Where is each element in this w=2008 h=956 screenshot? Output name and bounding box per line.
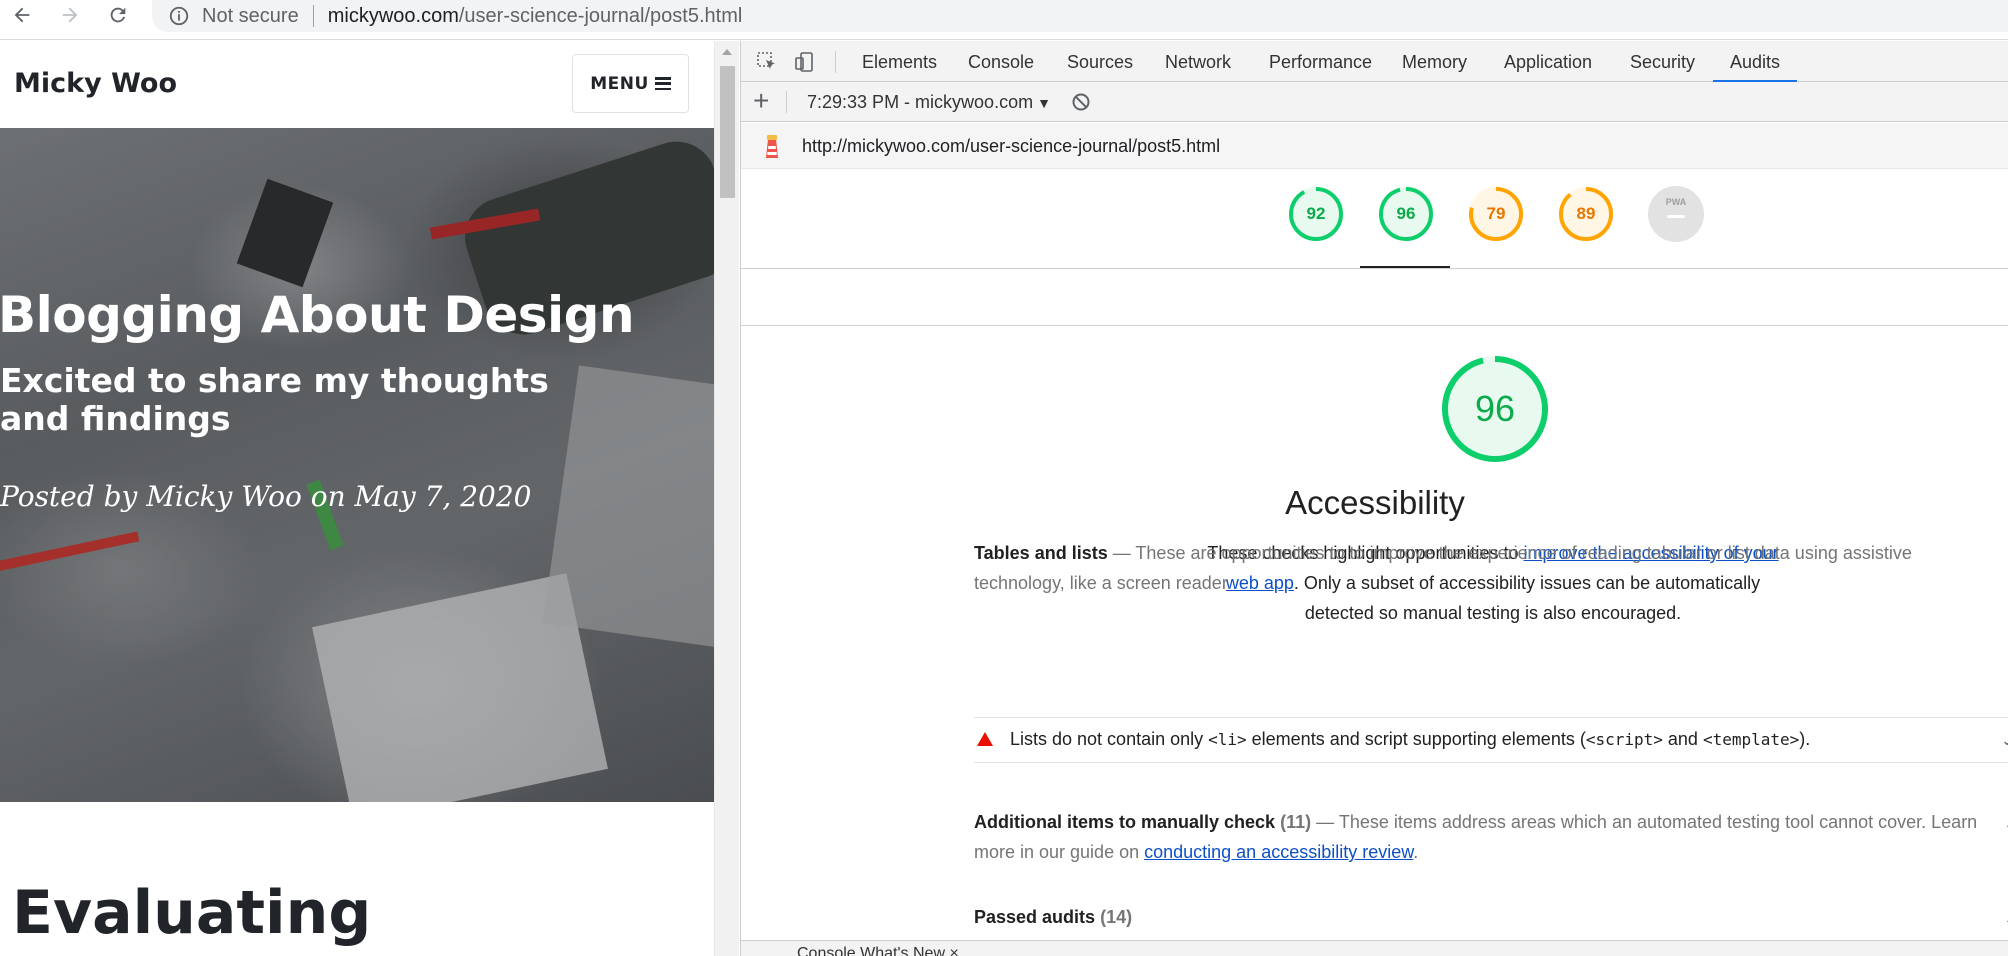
audit-code: <li> bbox=[1208, 730, 1247, 749]
toolbar-divider bbox=[786, 91, 787, 113]
category-score-value: 96 bbox=[1474, 388, 1516, 429]
arrow-left-icon bbox=[14, 7, 30, 23]
audit-text: Lists do not contain only bbox=[1010, 729, 1209, 749]
dropdown-caret-icon: ▼ bbox=[1037, 95, 1051, 111]
clear-block-icon[interactable] bbox=[1071, 92, 1091, 112]
toolbar-divider bbox=[835, 51, 836, 73]
category-title: Accessibility bbox=[1285, 484, 1465, 521]
arrow-right-icon bbox=[62, 7, 78, 23]
omnibox[interactable]: Not secure mickywoo.com/user-science-jou… bbox=[152, 0, 2008, 32]
scrollbar-thumb[interactable] bbox=[720, 66, 735, 198]
drawer-tabs[interactable]: Console What's New × bbox=[797, 945, 959, 956]
report-select-label: 7:29:33 PM - mickywoo.com bbox=[807, 92, 1034, 112]
category-score-gauge: 96 bbox=[1440, 354, 1550, 464]
score-value: 89 bbox=[1576, 204, 1596, 223]
score-value: 92 bbox=[1306, 204, 1326, 223]
hero-subtitle: Excited to share my thoughts and finding… bbox=[0, 361, 549, 438]
site-brand[interactable]: Micky Woo bbox=[14, 68, 177, 99]
devtools-drawer: Console What's New × bbox=[741, 940, 2008, 956]
audit-title: Lists do not contain only <li> elements … bbox=[1010, 729, 1810, 750]
score-value: 79 bbox=[1486, 204, 1506, 223]
audit-text: and bbox=[1662, 729, 1703, 749]
pwa-label: PWA bbox=[1665, 197, 1687, 207]
group-description-end: . bbox=[1413, 842, 1419, 862]
score-value: 96 bbox=[1396, 204, 1416, 223]
expand-chevron-icon[interactable]: ⌄ bbox=[2004, 809, 2008, 839]
hero-title: Blogging About Design bbox=[0, 286, 635, 344]
score-gauge[interactable]: 96 bbox=[1378, 186, 1434, 242]
page-scrollbar[interactable] bbox=[714, 41, 739, 956]
audit-text: ). bbox=[1799, 729, 1811, 749]
sticky-header-spacer bbox=[741, 270, 2008, 326]
score-gauge[interactable]: 92 bbox=[1288, 186, 1344, 242]
device-toolbar-icon[interactable] bbox=[793, 50, 817, 74]
browser-toolbar: Not secure mickywoo.com/user-science-jou… bbox=[0, 0, 2008, 40]
site-navbar: Micky Woo MENU bbox=[0, 41, 714, 128]
failed-audit-list-items[interactable]: Lists do not contain only <li> elements … bbox=[974, 717, 2008, 763]
omnibox-divider bbox=[312, 5, 314, 27]
url-path: /user-science-journal/post5.html bbox=[458, 4, 743, 27]
audit-code: <template> bbox=[1702, 730, 1800, 749]
security-label: Not secure bbox=[202, 4, 299, 27]
expand-chevron-icon[interactable]: ⌄ bbox=[2004, 904, 2008, 934]
accessibility-review-link[interactable]: conducting an accessibility review bbox=[1144, 842, 1413, 862]
tab-elements[interactable]: Elements bbox=[862, 41, 937, 82]
group-count: (11) bbox=[1280, 812, 1312, 832]
devtools-tabbar: Elements Console Sources Network Performance… bbox=[741, 41, 2008, 82]
post-meta: Posted by Micky Woo on May 7, 2020 bbox=[0, 480, 532, 513]
expand-chevron-icon[interactable]: ⌄ bbox=[2001, 732, 2008, 749]
lighthouse-urlbar: http://mickywoo.com/user-science-journal… bbox=[741, 123, 2008, 169]
fail-triangle-icon bbox=[977, 732, 993, 746]
tab-audits[interactable]: Audits bbox=[1712, 41, 1798, 82]
lighthouse-logo-icon bbox=[766, 135, 778, 158]
pwa-dash-icon bbox=[1667, 215, 1685, 218]
audits-toolbar: + 7:29:33 PM - mickywoo.com ▼ bbox=[741, 82, 2008, 122]
active-gauge-underline bbox=[1360, 266, 1450, 268]
menu-label: MENU bbox=[590, 73, 649, 94]
hamburger-icon bbox=[654, 77, 671, 90]
scroll-up-arrow-icon[interactable] bbox=[722, 49, 732, 55]
audit-text: elements and script supporting elements … bbox=[1246, 729, 1586, 749]
reload-button[interactable] bbox=[98, 0, 138, 30]
forward-button[interactable] bbox=[50, 0, 90, 30]
pwa-gauge[interactable]: PWA bbox=[1648, 186, 1704, 242]
tab-application[interactable]: Application bbox=[1504, 41, 1592, 82]
group-separator: — bbox=[1316, 812, 1339, 832]
tab-network[interactable]: Network bbox=[1165, 41, 1231, 82]
tab-sources[interactable]: Sources bbox=[1067, 41, 1133, 82]
hero-overlay bbox=[0, 128, 714, 802]
score-gauge[interactable]: 89 bbox=[1558, 186, 1614, 242]
report-select[interactable]: 7:29:33 PM - mickywoo.com ▼ bbox=[807, 92, 1051, 113]
group-manual-checks[interactable]: Additional items to manually check (11) … bbox=[974, 807, 2008, 867]
tab-performance[interactable]: Performance bbox=[1269, 41, 1372, 82]
new-audit-plus-icon[interactable]: + bbox=[753, 86, 769, 116]
group-tables-and-lists: Tables and lists — These are opportuniti… bbox=[974, 538, 2004, 598]
hero-header: Blogging About Design Excited to share m… bbox=[0, 128, 714, 802]
score-gauges: 92 96 79 89 PWA bbox=[741, 169, 2008, 269]
group-separator: — bbox=[1112, 543, 1136, 563]
group-title: Tables and lists bbox=[974, 543, 1108, 563]
web-page: Micky Woo MENU Blogging About Design Exc… bbox=[0, 41, 714, 956]
section-heading: Evaluating bbox=[12, 878, 372, 948]
inspect-element-icon[interactable] bbox=[755, 50, 779, 74]
menu-button[interactable]: MENU bbox=[572, 54, 689, 113]
group-title: Additional items to manually check bbox=[974, 812, 1276, 832]
back-button[interactable] bbox=[2, 0, 42, 30]
audited-url[interactable]: http://mickywoo.com/user-science-journal… bbox=[802, 136, 1220, 157]
tab-console[interactable]: Console bbox=[968, 41, 1034, 82]
url-host: mickywoo.com bbox=[327, 4, 459, 27]
devtools-panel: Elements Console Sources Network Performance… bbox=[740, 41, 2008, 956]
url-text: mickywoo.com/user-science-journal/post5.… bbox=[328, 5, 743, 28]
score-gauge[interactable]: 79 bbox=[1468, 186, 1524, 242]
group-passed-audits[interactable]: Passed audits (14) ⌄ bbox=[974, 902, 2008, 932]
tab-memory[interactable]: Memory bbox=[1402, 41, 1467, 82]
audit-code: <script> bbox=[1585, 730, 1663, 749]
tab-security[interactable]: Security bbox=[1630, 41, 1695, 82]
info-icon[interactable] bbox=[168, 5, 190, 27]
reload-icon bbox=[110, 7, 126, 23]
group-count: (14) bbox=[1100, 907, 1133, 927]
group-title: Passed audits bbox=[974, 907, 1096, 927]
